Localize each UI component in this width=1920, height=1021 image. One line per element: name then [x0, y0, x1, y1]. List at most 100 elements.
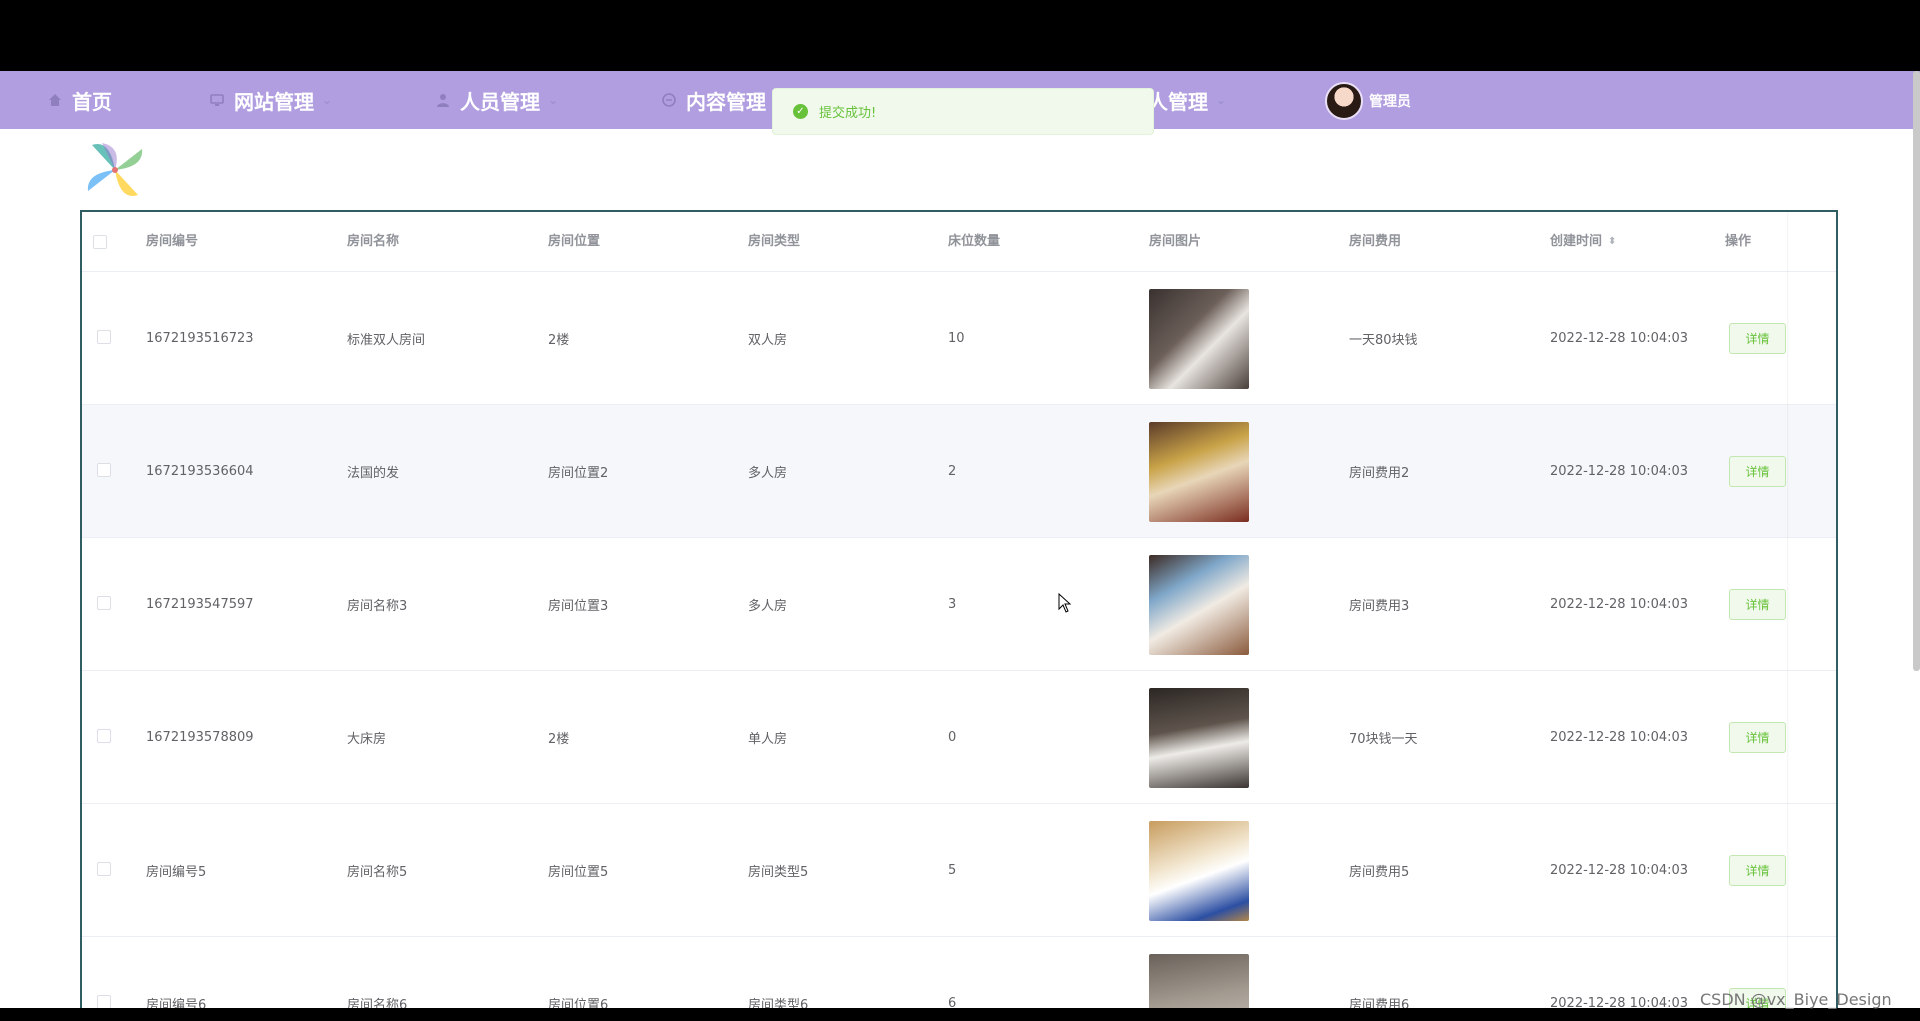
sort-caret-icon[interactable]: ⬍ — [1608, 236, 1616, 246]
room-thumbnail[interactable] — [1149, 953, 1249, 1008]
room-id-cell: 1672193536604 — [146, 464, 254, 479]
room-id-cell: 房间编号5 — [146, 865, 207, 880]
room-name-cell: 房间名称3 — [347, 599, 408, 614]
nav-item-content-management[interactable]: 内容管理 — [660, 71, 766, 129]
room-location-cell: 2楼 — [548, 732, 570, 747]
bed-count-cell: 6 — [948, 996, 957, 1008]
row-checkbox[interactable] — [97, 596, 111, 610]
room-image-cell — [1149, 272, 1249, 405]
room-image-cell — [1149, 405, 1249, 538]
room-id-cell: 1672193516723 — [146, 331, 254, 346]
table-row[interactable]: 1672193547597 房间名称3 房间位置3 多人房 3 房间费用3 2022-12-… — [82, 538, 1836, 671]
room-fee-cell: 房间费用2 — [1349, 466, 1410, 481]
created-time-cell: 2022-12-28 10:04:03 — [1550, 331, 1689, 346]
nav-item-label: 人员管理 — [460, 89, 540, 114]
room-location-cell: 房间位置5 — [548, 865, 609, 880]
row-checkbox[interactable] — [97, 862, 111, 876]
room-image-cell — [1149, 671, 1249, 804]
bed-count-cell: 5 — [948, 863, 957, 878]
room-fee-cell: 房间费用6 — [1349, 998, 1410, 1008]
created-time-cell: 2022-12-28 10:04:03 — [1550, 863, 1689, 878]
rooms-table: 房间编号 房间名称 房间位置 房间类型 床位数量 房间图片 房间费用 创建时间 ⬍… — [80, 210, 1838, 1008]
home-icon — [46, 91, 64, 109]
room-fee-cell: 房间费用3 — [1349, 599, 1410, 614]
row-checkbox[interactable] — [97, 729, 111, 743]
user-menu[interactable]: 管理员 — [1325, 81, 1411, 121]
check-circle-icon: ✓ — [793, 104, 808, 119]
nav-item-personal-management[interactable]: 人管理 ⌄ — [1148, 71, 1226, 129]
message-icon — [660, 91, 678, 109]
room-name-cell: 大床房 — [347, 732, 387, 747]
detail-button[interactable]: 详情 — [1729, 722, 1786, 753]
select-all-checkbox[interactable] — [93, 235, 107, 249]
room-image-cell — [1149, 538, 1249, 671]
room-thumbnail[interactable] — [1149, 421, 1249, 522]
pinwheel-logo — [87, 143, 143, 196]
app-screen: 首页 网站管理 ⌄ 人员管理 ⌄ 内容管理 人管理 ⌄ 管理员 ✓ 提交成功! … — [0, 71, 1920, 1008]
room-type-cell: 多人房 — [748, 599, 788, 614]
page-scrollbar[interactable] — [1913, 71, 1920, 671]
created-time-cell: 2022-12-28 10:04:03 — [1550, 464, 1689, 479]
room-type-cell: 单人房 — [748, 732, 788, 747]
room-thumbnail[interactable] — [1149, 554, 1249, 655]
col-created-time-label: 创建时间 — [1550, 234, 1603, 249]
black-letterbox-top — [0, 0, 1920, 71]
col-actions: 操作 — [1725, 234, 1752, 249]
room-name-cell: 房间名称5 — [347, 865, 408, 880]
fixed-column-divider — [1787, 212, 1789, 1008]
room-location-cell: 房间位置3 — [548, 599, 609, 614]
room-thumbnail[interactable] — [1149, 288, 1249, 389]
created-time-cell: 2022-12-28 10:04:03 — [1550, 730, 1689, 745]
black-letterbox-bottom — [0, 1008, 1920, 1021]
room-fee-cell: 房间费用5 — [1349, 865, 1410, 880]
table-header: 房间编号 房间名称 房间位置 房间类型 床位数量 房间图片 房间费用 创建时间 ⬍… — [82, 212, 1836, 272]
detail-button[interactable]: 详情 — [1729, 456, 1786, 487]
table-row[interactable]: 1672193516723 标准双人房间 2楼 双人房 10 一天80块钱 2022-12-… — [82, 272, 1836, 405]
room-location-cell: 2楼 — [548, 333, 570, 348]
row-checkbox[interactable] — [97, 463, 111, 477]
col-created-time[interactable]: 创建时间 ⬍ — [1550, 212, 1616, 272]
room-location-cell: 房间位置6 — [548, 998, 609, 1008]
room-image-cell — [1149, 804, 1249, 937]
room-thumbnail[interactable] — [1149, 820, 1249, 921]
nav-item-label: 网站管理 — [234, 89, 314, 114]
detail-button[interactable]: 详情 — [1729, 323, 1786, 354]
room-type-cell: 双人房 — [748, 333, 788, 348]
nav-item-site-management[interactable]: 网站管理 ⌄ — [208, 71, 332, 129]
room-type-cell: 房间类型5 — [748, 865, 809, 880]
bed-count-cell: 0 — [948, 730, 957, 745]
table-row[interactable]: 1672193578809 大床房 2楼 单人房 0 70块钱一天 2022-12-28 1… — [82, 671, 1836, 804]
col-room-image: 房间图片 — [1149, 234, 1202, 249]
table-row[interactable]: 房间编号5 房间名称5 房间位置5 房间类型5 5 房间费用5 2022-12-28 10:… — [82, 804, 1836, 937]
table-row[interactable]: 房间编号6 房间名称6 房间位置6 房间类型6 6 房间费用6 2022-12-28 10:… — [82, 937, 1836, 1008]
chevron-down-icon: ⌄ — [1216, 93, 1227, 107]
row-checkbox[interactable] — [97, 995, 111, 1008]
room-type-cell: 多人房 — [748, 466, 788, 481]
person-icon — [434, 91, 452, 109]
col-room-fee: 房间费用 — [1349, 234, 1402, 249]
nav-item-label: 内容管理 — [686, 89, 766, 114]
room-name-cell: 标准双人房间 — [347, 333, 426, 348]
created-time-cell: 2022-12-28 10:04:03 — [1550, 996, 1689, 1008]
row-checkbox[interactable] — [97, 330, 111, 344]
room-fee-cell: 一天80块钱 — [1349, 333, 1418, 348]
room-location-cell: 房间位置2 — [548, 466, 609, 481]
detail-button[interactable]: 详情 — [1729, 589, 1786, 620]
nav-item-staff-management[interactable]: 人员管理 ⌄ — [434, 71, 558, 129]
col-room-id: 房间编号 — [146, 234, 199, 249]
room-id-cell: 房间编号6 — [146, 998, 207, 1008]
room-thumbnail[interactable] — [1149, 687, 1249, 788]
bed-count-cell: 10 — [948, 331, 965, 346]
detail-button[interactable]: 详情 — [1729, 855, 1786, 886]
mouse-cursor-icon — [1058, 593, 1072, 613]
room-id-cell: 1672193547597 — [146, 597, 254, 612]
chevron-down-icon: ⌄ — [322, 93, 333, 107]
created-time-cell: 2022-12-28 10:04:03 — [1550, 597, 1689, 612]
nav-item-label: 首页 — [72, 89, 112, 114]
table-row[interactable]: 1672193536604 法国的发 房间位置2 多人房 2 房间费用2 2022-12-2… — [82, 405, 1836, 538]
bed-count-cell: 3 — [948, 597, 957, 612]
user-name: 管理员 — [1369, 94, 1411, 110]
nav-item-home[interactable]: 首页 — [46, 71, 112, 129]
room-type-cell: 房间类型6 — [748, 998, 809, 1008]
chevron-down-icon: ⌄ — [548, 93, 559, 107]
